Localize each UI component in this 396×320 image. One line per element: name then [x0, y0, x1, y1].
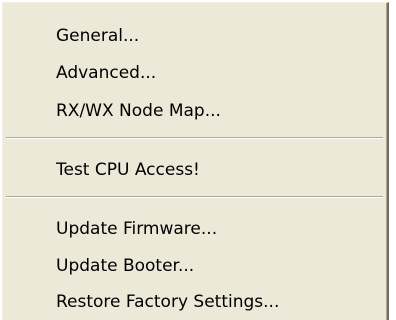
menu-separator: [6, 196, 383, 198]
menu-item-test-cpu-access[interactable]: Test CPU Access!: [3, 152, 387, 188]
menu-item-advanced[interactable]: Advanced...: [3, 55, 387, 91]
context-menu: General... Advanced... RX/WX Node Map...…: [2, 2, 389, 320]
menu-separator: [6, 137, 383, 139]
menu-item-restore-factory-settings[interactable]: Restore Factory Settings...: [3, 284, 387, 320]
menu-item-update-booter[interactable]: Update Booter...: [3, 248, 387, 284]
menu-item-rx-wx-node-map[interactable]: RX/WX Node Map...: [3, 93, 387, 129]
menu-item-general[interactable]: General...: [3, 18, 387, 54]
menu-item-update-firmware[interactable]: Update Firmware...: [3, 211, 387, 247]
